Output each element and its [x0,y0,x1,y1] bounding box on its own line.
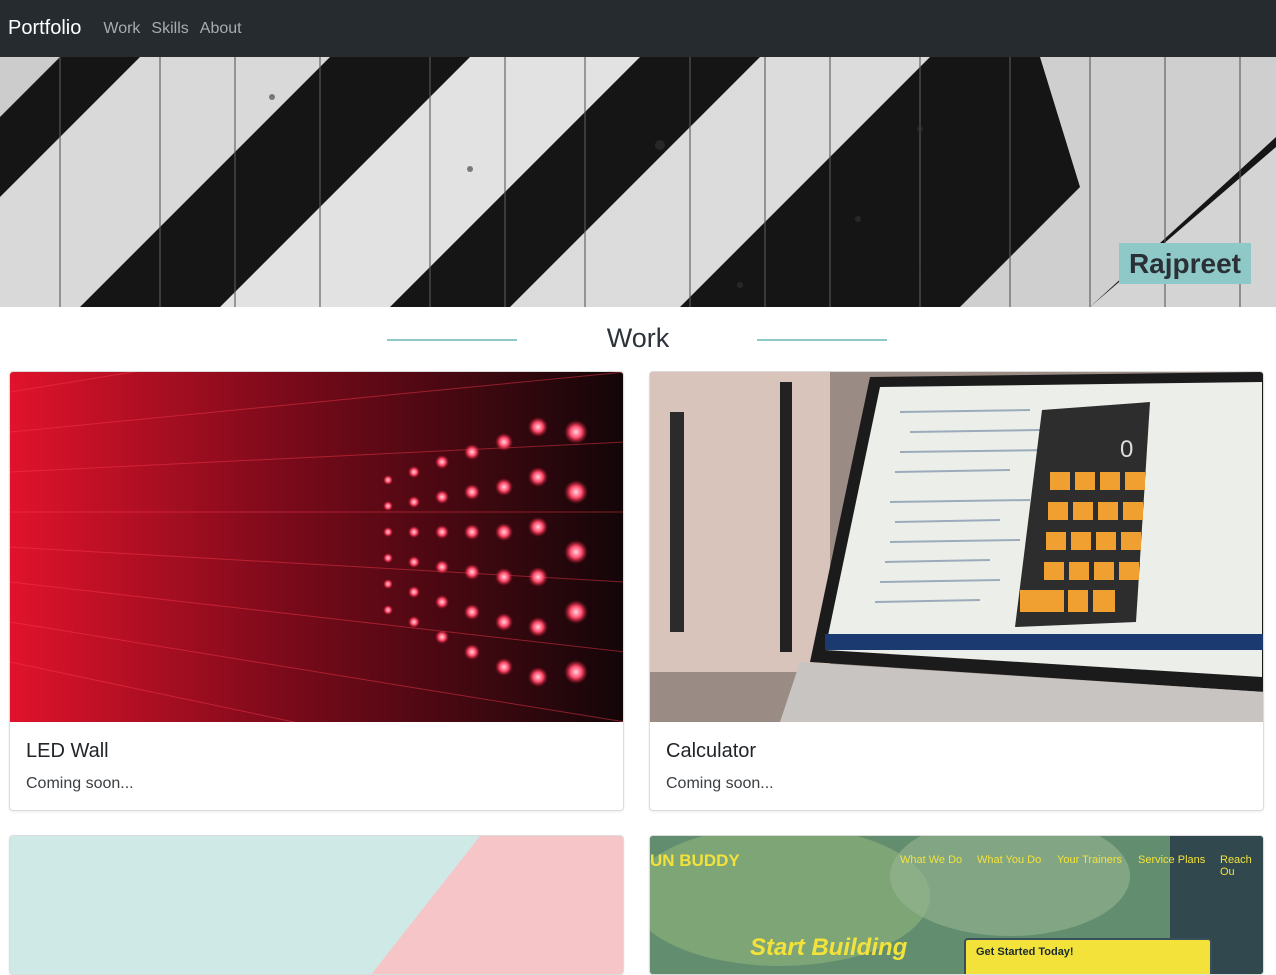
hero-background-image [0,57,1276,307]
run-buddy-image[interactable]: UN BUDDY What We Do What You Do Your Tra… [650,836,1263,974]
heading-rule-right [757,339,887,341]
hero-banner: Rajpreet [0,57,1276,307]
run-buddy-nav-item: Service Plans [1138,854,1206,866]
run-buddy-cta-box: Get Started Today! [964,938,1212,974]
project-card-calculator[interactable]: 0 Calculator Coming soon... [649,371,1264,811]
run-buddy-nav-item: Your Trainers [1057,854,1123,866]
card-title[interactable]: LED Wall [26,740,607,763]
card-body: LED Wall Coming soon... [10,722,623,810]
work-section-heading: Work [0,318,1276,362]
run-buddy-nav-item: What We Do [900,854,963,866]
navbar-brand[interactable]: Portfolio [8,17,81,40]
calc-display: 0 [1120,436,1133,463]
run-buddy-headline: Start Building [750,934,908,961]
run-buddy-logo: UN BUDDY [650,851,740,870]
card-text: Coming soon... [26,775,134,792]
nav-link-work[interactable]: Work [103,20,140,38]
project-card-3[interactable] [9,835,624,975]
work-section-title: Work [606,323,670,353]
run-buddy-nav-item: What You Do [977,854,1042,866]
project-card-led-wall[interactable]: LED Wall Coming soon... [9,371,624,811]
project-3-image[interactable] [10,836,623,974]
run-buddy-nav-item: Reach Ou [1220,854,1252,878]
project-card-run-buddy[interactable]: UN BUDDY What We Do What You Do Your Tra… [649,835,1264,975]
card-title[interactable]: Calculator [666,740,1247,763]
hero-name-badge: Rajpreet [1118,243,1251,284]
card-body: Calculator Coming soon... [650,722,1263,810]
calculator-image[interactable]: 0 [650,372,1263,722]
nav-link-skills[interactable]: Skills [151,20,188,38]
card-text: Coming soon... [666,775,774,792]
navbar: Portfolio Work Skills About [0,0,1276,57]
pastel-photo [10,836,623,974]
led-wall-image[interactable] [10,372,623,722]
led-wall-photo [10,372,623,722]
calculator-photo: 0 [650,372,1263,722]
nav-link-about[interactable]: About [200,20,242,38]
